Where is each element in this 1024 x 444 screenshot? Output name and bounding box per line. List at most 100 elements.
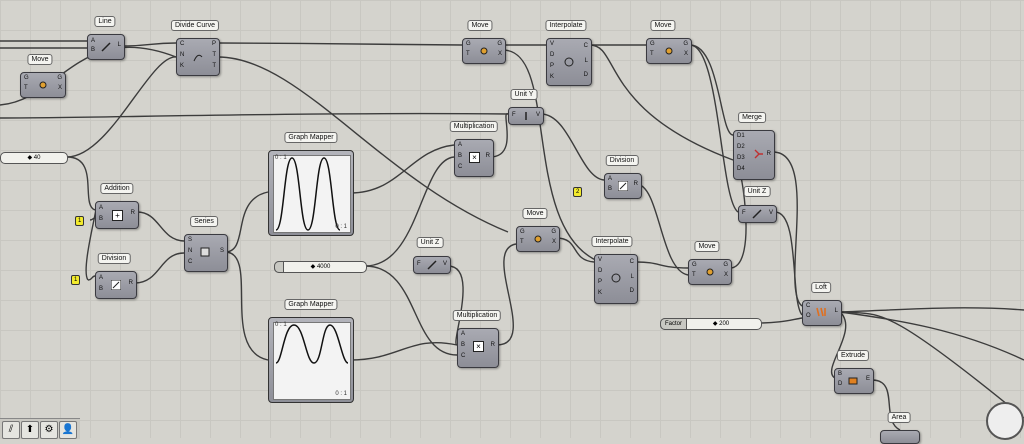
interpolate-icon: [611, 273, 621, 283]
port-n: N: [188, 248, 193, 254]
port-a: A: [608, 176, 613, 182]
port-d4: D4: [737, 166, 745, 172]
plus-icon: +: [112, 210, 123, 221]
divide-curve-component[interactable]: C N K P T T: [176, 38, 220, 76]
port-x: X: [551, 239, 556, 245]
port-t: T: [24, 85, 28, 91]
port-d1: D1: [737, 133, 745, 139]
line-icon: [101, 42, 111, 52]
series-component[interactable]: S N C S: [184, 234, 228, 272]
unit-z-title: Unit Z: [743, 186, 771, 197]
extrude-tool-icon[interactable]: ⬆: [21, 421, 39, 439]
graph-plot[interactable]: [273, 155, 351, 233]
move-icon: [480, 47, 488, 55]
move-component[interactable]: G T G X: [646, 38, 692, 64]
settings-tool-icon[interactable]: ⚙: [40, 421, 58, 439]
loft-tool-icon[interactable]: ⫽: [2, 421, 20, 439]
graph-mapper-component[interactable]: 0 : 1 0 : 1: [268, 150, 354, 236]
port-g: G: [520, 229, 525, 235]
port-d3: D3: [737, 155, 745, 161]
number-slider-4000[interactable]: ◆ 4000: [274, 261, 367, 273]
factor-slider[interactable]: Factor ◆ 200: [660, 318, 762, 330]
port-g: G: [650, 41, 655, 47]
panel-value-2[interactable]: 2: [573, 187, 583, 197]
multiply-icon: ×: [469, 152, 480, 163]
panel-value-1[interactable]: 1: [71, 275, 81, 285]
port-t2: T: [212, 63, 216, 69]
unit-z-icon: [427, 260, 437, 270]
grasshopper-canvas[interactable]: Line A B L Move G T G X Divide Curve C N…: [0, 0, 1024, 444]
slider-grip[interactable]: [274, 261, 284, 273]
division-component[interactable]: A B R: [604, 173, 642, 199]
merge-component[interactable]: D1 D2 D3 D4 R: [733, 130, 775, 180]
unit-z-title: Unit Z: [416, 237, 444, 248]
port-a: A: [91, 38, 96, 44]
sine-graph: [275, 157, 341, 231]
graph-plot[interactable]: [273, 322, 351, 400]
interpolate-component[interactable]: V D P K C L D: [546, 38, 592, 86]
port-p: P: [550, 63, 555, 69]
interpolate-component[interactable]: V D P K C L D: [594, 254, 638, 304]
line-component[interactable]: A B L: [87, 34, 125, 60]
line-title: Line: [94, 16, 116, 27]
port-s: S: [188, 237, 193, 243]
port-g-out: G: [723, 262, 728, 268]
extrude-title: Extrude: [836, 350, 870, 361]
navigation-compass-icon[interactable]: [986, 402, 1024, 440]
port-f: F: [742, 210, 746, 216]
division-title: Division: [97, 253, 131, 264]
sine-graph: [275, 324, 349, 364]
number-slider-40[interactable]: ◆ 40: [0, 152, 68, 164]
move-component[interactable]: G T G X: [516, 226, 560, 252]
port-t: T: [520, 239, 524, 245]
port-g-out: G: [497, 41, 502, 47]
loft-component[interactable]: C O L: [802, 300, 842, 326]
panel-value-1[interactable]: 1: [75, 216, 85, 226]
port-r: R: [128, 280, 133, 286]
port-p: P: [211, 41, 216, 47]
move-component[interactable]: G T G X: [688, 259, 732, 285]
port-x: X: [683, 51, 688, 57]
port-d: D: [550, 52, 555, 58]
port-g-out: G: [683, 41, 688, 47]
move-component[interactable]: G T G X: [462, 38, 506, 64]
move-title: Move: [467, 20, 493, 31]
move-icon: [665, 47, 673, 55]
move-icon: [39, 81, 47, 89]
port-c: C: [806, 303, 811, 309]
area-component[interactable]: [880, 430, 920, 444]
port-l: L: [117, 42, 121, 48]
graph-mapper-component[interactable]: 0 : 1 0 : 1: [268, 317, 354, 403]
port-t: T: [692, 272, 696, 278]
port-a: A: [99, 275, 104, 281]
port-v: V: [598, 257, 603, 263]
port-c: C: [629, 259, 634, 265]
division-component[interactable]: A B R: [95, 271, 137, 299]
unit-y-component[interactable]: F V: [508, 107, 544, 125]
port-k: K: [550, 74, 555, 80]
multiplication-component[interactable]: A B C R ×: [454, 139, 494, 177]
multiplication-title: Multiplication: [449, 121, 499, 132]
user-tool-icon[interactable]: 👤: [59, 421, 77, 439]
addition-component[interactable]: A B R +: [95, 201, 139, 229]
unit-z-component[interactable]: F V: [738, 205, 777, 223]
port-g: G: [466, 41, 471, 47]
area-title: Area: [887, 412, 911, 423]
port-d2: D2: [737, 144, 745, 150]
divide-curve-icon: [193, 54, 203, 62]
move-title: Move: [650, 20, 676, 31]
port-t: T: [212, 52, 216, 58]
interpolate-icon: [564, 57, 574, 67]
canvas-toolbar: ⫽ ⬆ ⚙ 👤: [0, 418, 80, 439]
port-f: F: [417, 261, 421, 267]
graph-range-label: 0 : 1: [335, 391, 347, 397]
unit-z-component[interactable]: F V: [413, 256, 451, 274]
interpolate-title: Interpolate: [591, 236, 633, 247]
multiplication-component[interactable]: A B C R ×: [457, 328, 499, 368]
extrude-component[interactable]: B D E: [834, 368, 874, 394]
port-d: D: [838, 381, 843, 387]
graph-mapper-title: Graph Mapper: [284, 299, 338, 310]
port-a: A: [458, 142, 463, 148]
slider-value: ◆ 200: [712, 321, 730, 327]
move-component[interactable]: G T G X: [20, 72, 66, 98]
